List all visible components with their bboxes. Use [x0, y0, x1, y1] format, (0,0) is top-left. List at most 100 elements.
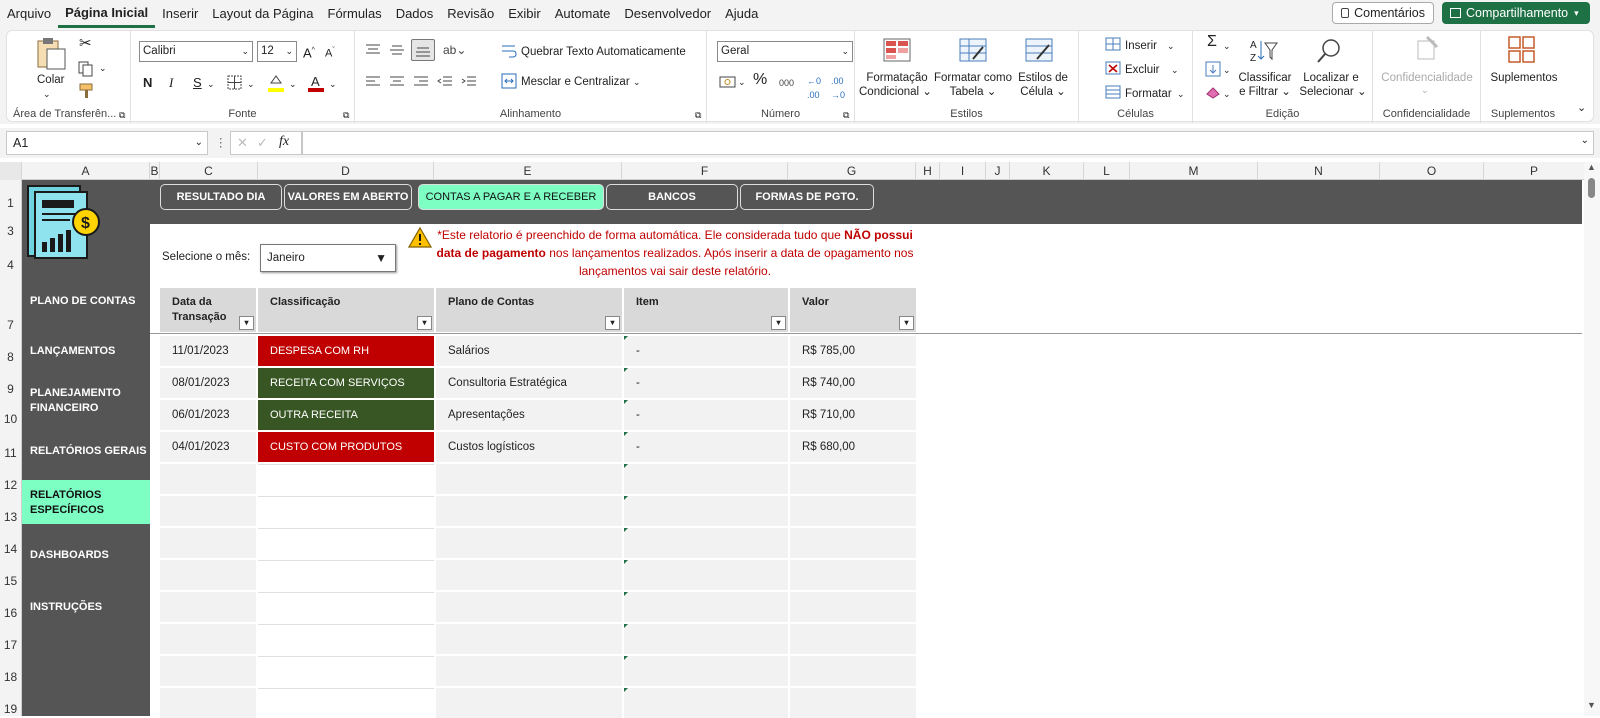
fill-icon[interactable] — [1205, 61, 1221, 77]
cell-date[interactable]: 08/01/2023 — [160, 368, 256, 398]
tab-valores-em-aberto[interactable]: VALORES EM ABERTO — [284, 184, 412, 210]
column-header[interactable]: A — [22, 162, 150, 180]
cell-classificacao[interactable] — [258, 688, 434, 718]
cell-valor[interactable] — [790, 656, 916, 686]
column-header[interactable]: E — [434, 162, 622, 180]
sort-filter-label-2[interactable]: e Filtrar ⌄ — [1235, 85, 1295, 99]
cell-item[interactable] — [624, 560, 788, 590]
align-center-icon[interactable] — [389, 75, 405, 89]
row-header[interactable]: 19 — [0, 702, 21, 716]
format-painter-icon[interactable] — [77, 83, 95, 99]
column-header[interactable]: G — [788, 162, 916, 180]
column-header[interactable]: C — [160, 162, 258, 180]
font-color-icon[interactable]: A — [307, 73, 325, 93]
decrease-font-icon[interactable]: Aˇ — [325, 44, 335, 61]
cell-item[interactable] — [624, 656, 788, 686]
cell-date[interactable] — [160, 688, 256, 718]
cell-valor[interactable]: R$ 740,00 — [790, 368, 916, 398]
wrap-text-label[interactable]: Quebrar Texto Automaticamente — [521, 45, 686, 59]
cell-classificacao[interactable] — [258, 592, 434, 622]
align-left-icon[interactable] — [365, 75, 381, 89]
cell-date[interactable] — [160, 560, 256, 590]
addins-label[interactable]: Suplementos — [1485, 71, 1563, 85]
cell-date[interactable] — [160, 656, 256, 686]
cell-classificacao[interactable] — [258, 496, 434, 526]
chevron-down-icon[interactable]: ⌄ — [99, 61, 107, 75]
bold-button[interactable]: N — [143, 76, 152, 90]
menu-dados[interactable]: Dados — [389, 0, 441, 28]
cell-valor[interactable] — [790, 496, 916, 526]
cell-classificacao[interactable] — [258, 528, 434, 558]
cell-plano[interactable]: Salários — [436, 336, 622, 366]
autosum-icon[interactable]: Σ — [1207, 34, 1217, 50]
cell-valor[interactable] — [790, 528, 916, 558]
font-name-select[interactable]: Calibri ⌄ — [139, 41, 253, 62]
chevron-down-icon[interactable]: ⌄ — [738, 75, 746, 89]
row-header[interactable]: 10 — [0, 412, 21, 426]
row-header[interactable]: 8 — [0, 350, 21, 364]
chevron-down-icon[interactable]: ⌄ — [247, 77, 255, 91]
menu-automate[interactable]: Automate — [548, 0, 618, 28]
menu-pagina-inicial[interactable]: Página Inicial — [58, 1, 156, 28]
chevron-down-icon[interactable]: ⌄ — [1421, 83, 1429, 97]
cell-classificacao[interactable]: OUTRA RECEITA — [258, 400, 434, 430]
find-select-label[interactable]: Localizar e — [1299, 71, 1363, 85]
increase-indent-icon[interactable] — [461, 75, 477, 89]
cell-valor[interactable]: R$ 680,00 — [790, 432, 916, 462]
format-cells-label[interactable]: Formatar — [1125, 87, 1172, 101]
sidebar-item-relatorios-especificos[interactable]: RELATÓRIOS ESPECÍFICOS — [30, 488, 148, 518]
merge-center-label[interactable]: Mesclar e Centralizar — [521, 75, 630, 89]
row-header[interactable]: 13 — [0, 510, 21, 524]
wrap-text-icon[interactable] — [501, 43, 517, 59]
cell-plano[interactable] — [436, 528, 622, 558]
chevron-down-icon[interactable]: ⌄ — [1581, 135, 1589, 146]
chevron-down-icon[interactable]: ⌄ — [289, 77, 297, 91]
row-header[interactable]: 18 — [0, 670, 21, 684]
orientation-icon[interactable]: ab⌄ — [443, 43, 466, 57]
cell-plano[interactable] — [436, 688, 622, 718]
menu-exibir[interactable]: Exibir — [501, 0, 548, 28]
scroll-up-icon[interactable]: ▲ — [1587, 162, 1596, 172]
scroll-down-icon[interactable]: ▼ — [1587, 700, 1596, 710]
increase-decimal-icon[interactable]: ←0.00 — [807, 74, 821, 102]
align-right-icon[interactable] — [413, 75, 429, 89]
cell-date[interactable] — [160, 464, 256, 494]
format-as-table-label-2[interactable]: Tabela ⌄ — [933, 85, 1013, 99]
sidebar-item-lancamentos[interactable]: LANÇAMENTOS — [30, 344, 148, 359]
cell-valor[interactable]: R$ 710,00 — [790, 400, 916, 430]
cell-plano[interactable] — [436, 560, 622, 590]
column-header[interactable]: D — [258, 162, 434, 180]
cell-item[interactable] — [624, 592, 788, 622]
cell-plano[interactable] — [436, 624, 622, 654]
more-icon[interactable]: ⋮ — [215, 136, 227, 150]
dialog-launcher-icon[interactable]: ⧉ — [843, 108, 849, 122]
row-header[interactable]: 15 — [0, 574, 21, 588]
align-middle-icon[interactable] — [389, 43, 405, 57]
column-header[interactable]: B — [150, 162, 160, 180]
cell-item[interactable]: - — [624, 432, 788, 462]
row-header[interactable]: 12 — [0, 478, 21, 492]
column-header[interactable]: K — [1010, 162, 1084, 180]
insert-function-icon[interactable]: fx — [279, 135, 289, 149]
cell-item[interactable] — [624, 624, 788, 654]
conditional-format-icon[interactable] — [883, 37, 911, 63]
delete-cells-label[interactable]: Excluir — [1125, 63, 1160, 77]
chevron-down-icon[interactable]: ⌄ — [1223, 87, 1231, 101]
fill-color-icon[interactable] — [267, 73, 285, 93]
cell-plano[interactable] — [436, 496, 622, 526]
cell-date[interactable]: 04/01/2023 — [160, 432, 256, 462]
chevron-down-icon[interactable]: ⌄ — [1171, 63, 1179, 77]
menu-ajuda[interactable]: Ajuda — [718, 0, 765, 28]
row-header[interactable]: 4 — [0, 258, 21, 272]
cell-date[interactable] — [160, 624, 256, 654]
cell-classificacao[interactable] — [258, 656, 434, 686]
sort-filter-label[interactable]: Classificar — [1235, 71, 1295, 85]
name-box[interactable]: A1 ⌄ — [6, 131, 208, 155]
row-header[interactable]: 9 — [0, 382, 21, 396]
tab-resultado-dia[interactable]: RESULTADO DIA — [160, 184, 282, 210]
cell-plano[interactable] — [436, 592, 622, 622]
cell-classificacao[interactable]: RECEITA COM SERVIÇOS — [258, 368, 434, 398]
chevron-down-icon[interactable]: ⌄ — [43, 87, 51, 101]
sidebar-item-relatorios-gerais[interactable]: RELATÓRIOS GERAIS — [30, 444, 148, 459]
column-header[interactable]: L — [1084, 162, 1130, 180]
